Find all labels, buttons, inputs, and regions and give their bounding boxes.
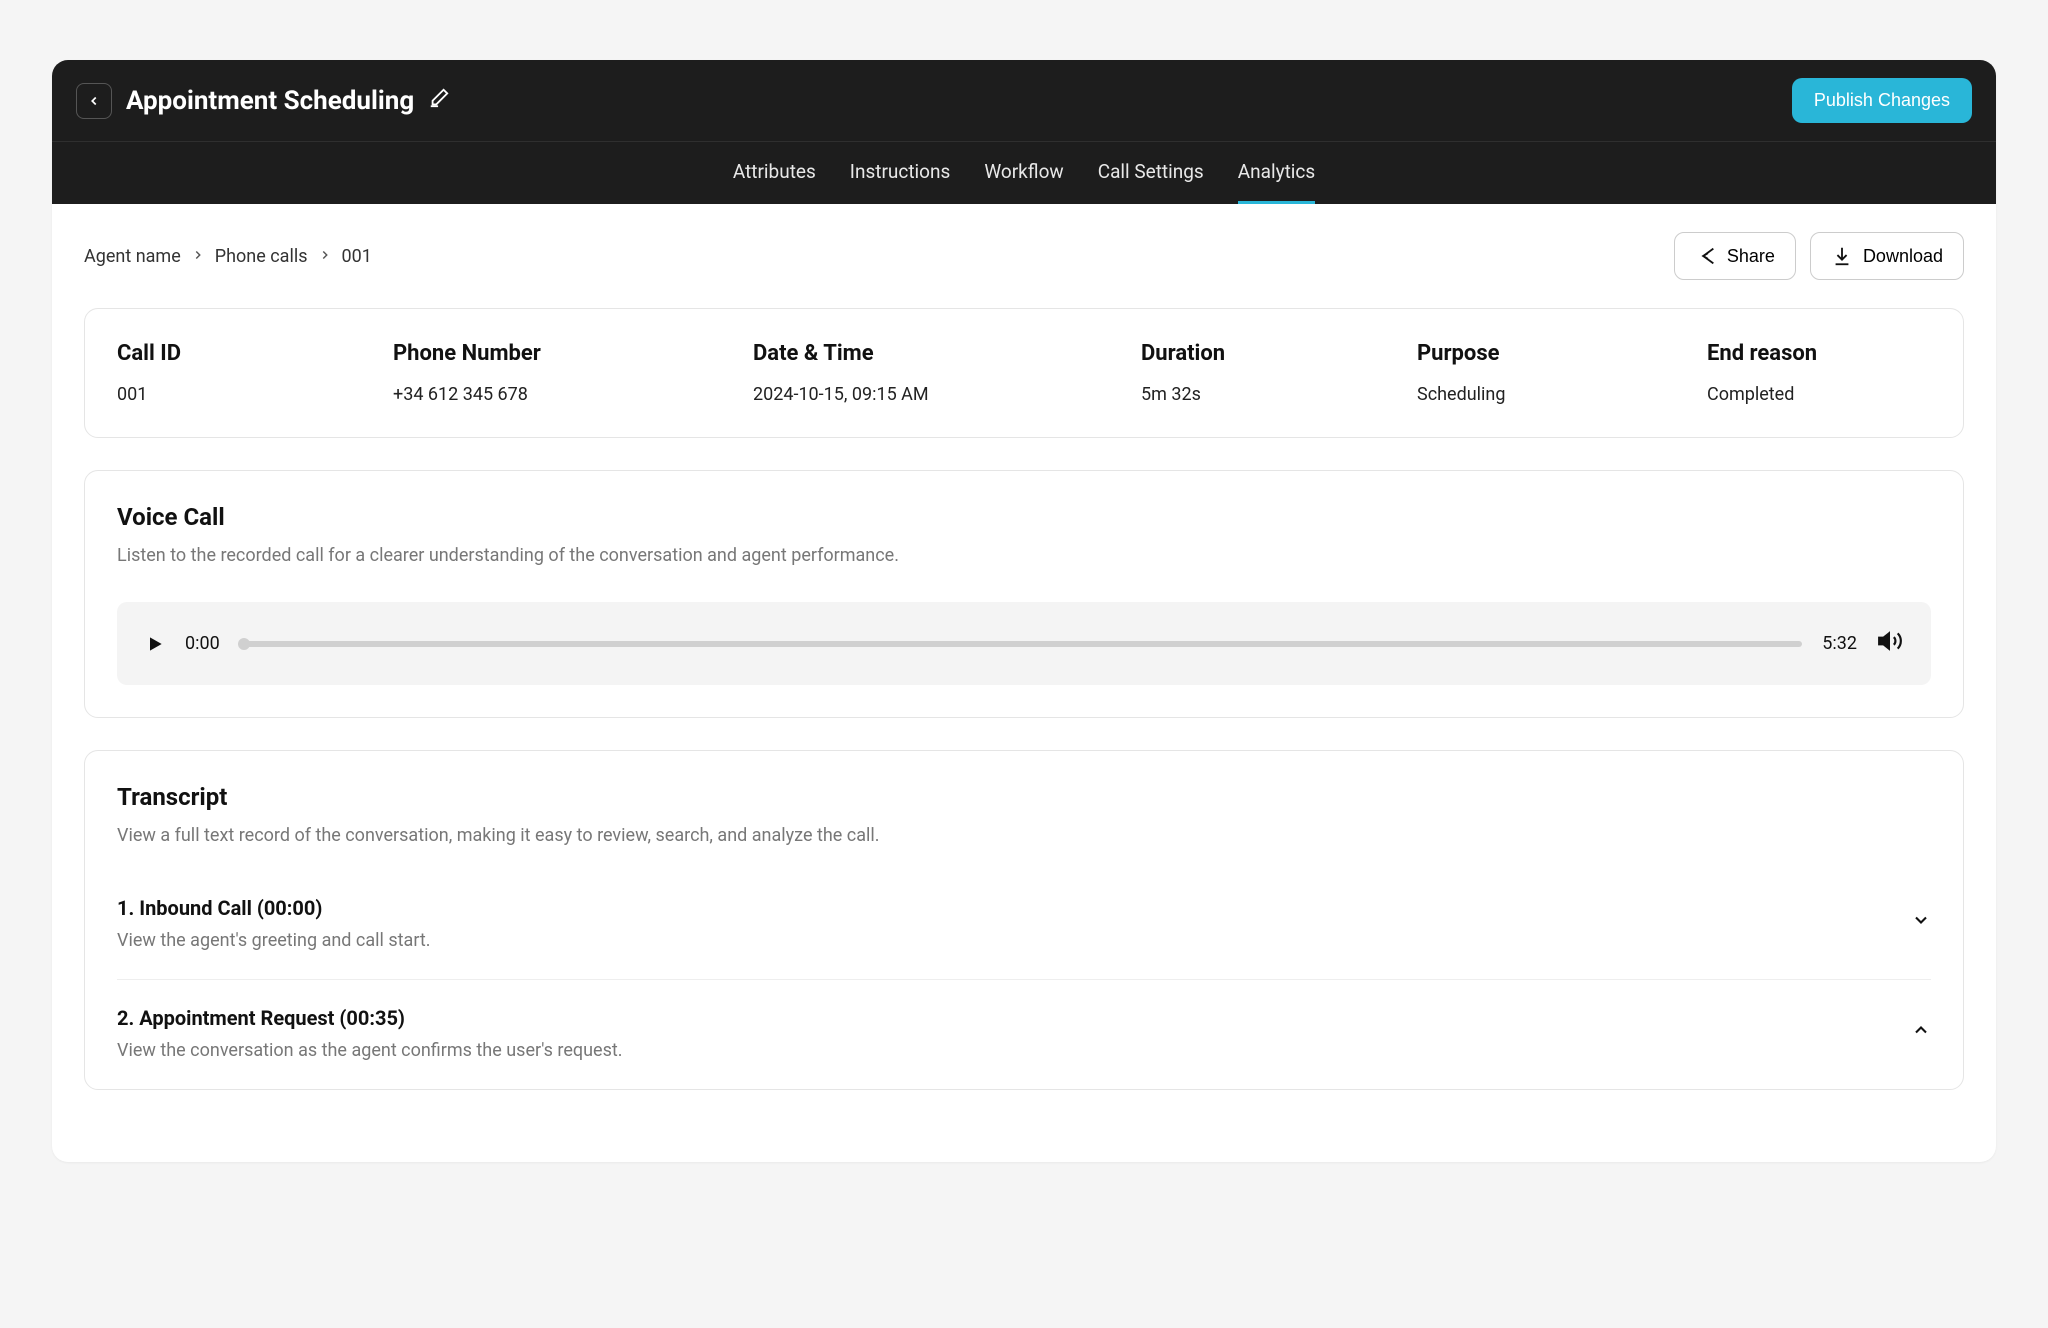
purpose-label: Purpose xyxy=(1417,341,1683,366)
breadcrumb-level1[interactable]: Agent name xyxy=(84,246,181,267)
breadcrumb: Agent name Phone calls 001 xyxy=(84,246,372,267)
volume-button[interactable] xyxy=(1877,628,1903,659)
transcript-item-title: 2. Appointment Request (00:35) xyxy=(117,1006,623,1030)
topbar-left: Appointment Scheduling xyxy=(76,83,450,119)
breadcrumb-level2[interactable]: Phone calls xyxy=(215,246,308,267)
volume-icon xyxy=(1877,628,1903,654)
transcript-card: Transcript View a full text record of th… xyxy=(84,750,1964,1090)
transcript-title: Transcript xyxy=(117,783,1931,811)
transcript-list: 1. Inbound Call (00:00) View the agent's… xyxy=(117,870,1931,1089)
play-icon xyxy=(145,634,165,654)
transcript-desc: View a full text record of the conversat… xyxy=(117,825,1931,846)
duration-value: 5m 32s xyxy=(1141,384,1393,405)
tab-analytics[interactable]: Analytics xyxy=(1238,142,1315,204)
chevron-up-icon xyxy=(1911,1020,1931,1040)
audio-player: 0:00 5:32 xyxy=(117,602,1931,685)
publish-button[interactable]: Publish Changes xyxy=(1792,78,1972,123)
call-info-card: Call ID 001 Phone Number +34 612 345 678… xyxy=(84,308,1964,438)
datetime-col: Date & Time 2024-10-15, 09:15 AM xyxy=(753,341,1117,405)
tabs: Attributes Instructions Workflow Call Se… xyxy=(52,141,1996,204)
content: Agent name Phone calls 001 Share Downloa… xyxy=(52,204,1996,1162)
phone-label: Phone Number xyxy=(393,341,729,366)
chevron-down-icon xyxy=(1911,910,1931,930)
back-button[interactable] xyxy=(76,83,112,119)
purpose-col: Purpose Scheduling xyxy=(1417,341,1683,405)
voice-title: Voice Call xyxy=(117,503,1931,531)
phone-value: +34 612 345 678 xyxy=(393,384,729,405)
seek-track[interactable] xyxy=(240,641,1803,647)
call-id-col: Call ID 001 xyxy=(117,341,369,405)
page-title: Appointment Scheduling xyxy=(126,86,414,116)
chevron-right-icon xyxy=(191,246,205,267)
end-label: End reason xyxy=(1707,341,1931,366)
share-label: Share xyxy=(1727,246,1775,267)
download-button[interactable]: Download xyxy=(1810,232,1964,280)
share-icon xyxy=(1695,245,1717,267)
phone-col: Phone Number +34 612 345 678 xyxy=(393,341,729,405)
transcript-item[interactable]: 2. Appointment Request (00:35) View the … xyxy=(117,979,1931,1089)
edit-icon[interactable] xyxy=(428,87,450,114)
end-col: End reason Completed xyxy=(1707,341,1931,405)
download-icon xyxy=(1831,245,1853,267)
call-info-grid: Call ID 001 Phone Number +34 612 345 678… xyxy=(117,341,1931,405)
share-button[interactable]: Share xyxy=(1674,232,1796,280)
tab-instructions[interactable]: Instructions xyxy=(850,142,951,204)
topbar: Appointment Scheduling Publish Changes xyxy=(52,60,1996,141)
datetime-value: 2024-10-15, 09:15 AM xyxy=(753,384,1117,405)
subhead: Agent name Phone calls 001 Share Downloa… xyxy=(84,232,1964,280)
duration-label: Duration xyxy=(1141,341,1393,366)
actions: Share Download xyxy=(1674,232,1964,280)
voice-desc: Listen to the recorded call for a cleare… xyxy=(117,545,1931,566)
purpose-value: Scheduling xyxy=(1417,384,1683,405)
chevron-right-icon xyxy=(318,246,332,267)
transcript-item-desc: View the agent's greeting and call start… xyxy=(117,930,431,951)
duration-col: Duration 5m 32s xyxy=(1141,341,1393,405)
tab-call-settings[interactable]: Call Settings xyxy=(1098,142,1204,204)
chevron-left-icon xyxy=(87,94,101,108)
voice-call-card: Voice Call Listen to the recorded call f… xyxy=(84,470,1964,718)
transcript-item-body: 1. Inbound Call (00:00) View the agent's… xyxy=(117,896,431,951)
call-id-value: 001 xyxy=(117,384,369,405)
transcript-item-title: 1. Inbound Call (00:00) xyxy=(117,896,431,920)
end-value: Completed xyxy=(1707,384,1931,405)
transcript-item-desc: View the conversation as the agent confi… xyxy=(117,1040,623,1061)
collapse-toggle[interactable] xyxy=(1911,1020,1931,1045)
breadcrumb-level3: 001 xyxy=(342,246,372,267)
call-id-label: Call ID xyxy=(117,341,369,366)
tab-workflow[interactable]: Workflow xyxy=(984,142,1063,204)
total-time: 5:32 xyxy=(1822,633,1857,654)
download-label: Download xyxy=(1863,246,1943,267)
expand-toggle[interactable] xyxy=(1911,910,1931,935)
transcript-item-body: 2. Appointment Request (00:35) View the … xyxy=(117,1006,623,1061)
current-time: 0:00 xyxy=(185,633,220,654)
app-shell: Appointment Scheduling Publish Changes A… xyxy=(52,60,1996,1162)
datetime-label: Date & Time xyxy=(753,341,1117,366)
tab-attributes[interactable]: Attributes xyxy=(733,142,816,204)
play-button[interactable] xyxy=(145,634,165,654)
transcript-item[interactable]: 1. Inbound Call (00:00) View the agent's… xyxy=(117,870,1931,979)
